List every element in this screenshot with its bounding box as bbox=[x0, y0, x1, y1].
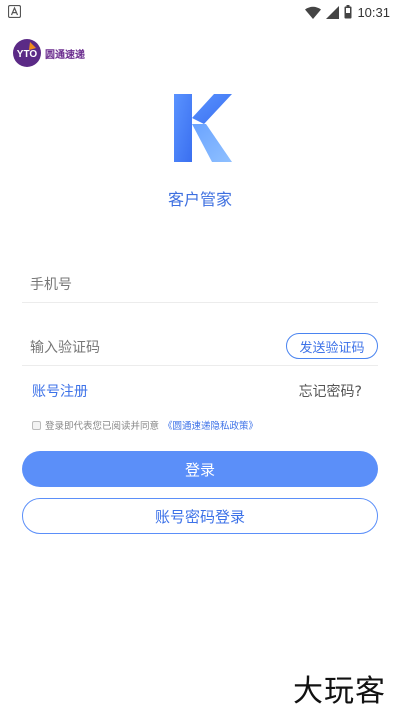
k-logo-icon bbox=[174, 94, 232, 162]
code-field-row: 发送验证码 bbox=[22, 333, 378, 366]
privacy-policy-link[interactable]: 《圆通速递隐私政策》 bbox=[163, 418, 258, 432]
wifi-icon bbox=[305, 6, 322, 19]
notification-a-icon bbox=[8, 5, 21, 18]
verification-code-input[interactable] bbox=[30, 333, 250, 363]
agreement-checkbox[interactable] bbox=[32, 420, 41, 430]
agreement-text: 登录即代表您已阅读并同意 bbox=[45, 421, 160, 432]
brand-name: 圆通速递 bbox=[45, 49, 85, 61]
phone-input[interactable] bbox=[30, 270, 280, 300]
register-link[interactable]: 账号注册 bbox=[32, 381, 88, 401]
login-button[interactable]: 登录 bbox=[22, 451, 378, 487]
brand-logo-text: YTO bbox=[17, 49, 38, 60]
watermark: 大玩客 bbox=[293, 674, 386, 709]
status-bar: 10:31 bbox=[0, 0, 400, 24]
status-indicators: 10:31 bbox=[305, 2, 390, 22]
forgot-password-link[interactable]: 忘记密码? bbox=[299, 381, 362, 401]
agreement-row: 登录即代表您已阅读并同意 《圆通速递隐私政策》 bbox=[32, 418, 258, 432]
app-title: 客户管家 bbox=[167, 190, 232, 209]
phone-field-row bbox=[22, 270, 378, 303]
password-login-button[interactable]: 账号密码登录 bbox=[22, 498, 378, 534]
send-code-button[interactable]: 发送验证码 bbox=[286, 333, 378, 359]
battery-icon bbox=[344, 5, 352, 19]
brand-header: YTO 圆通速递 bbox=[12, 38, 85, 68]
signal-icon bbox=[326, 5, 340, 19]
yto-logo-icon: YTO bbox=[13, 39, 41, 67]
status-time: 10:31 bbox=[357, 4, 390, 20]
